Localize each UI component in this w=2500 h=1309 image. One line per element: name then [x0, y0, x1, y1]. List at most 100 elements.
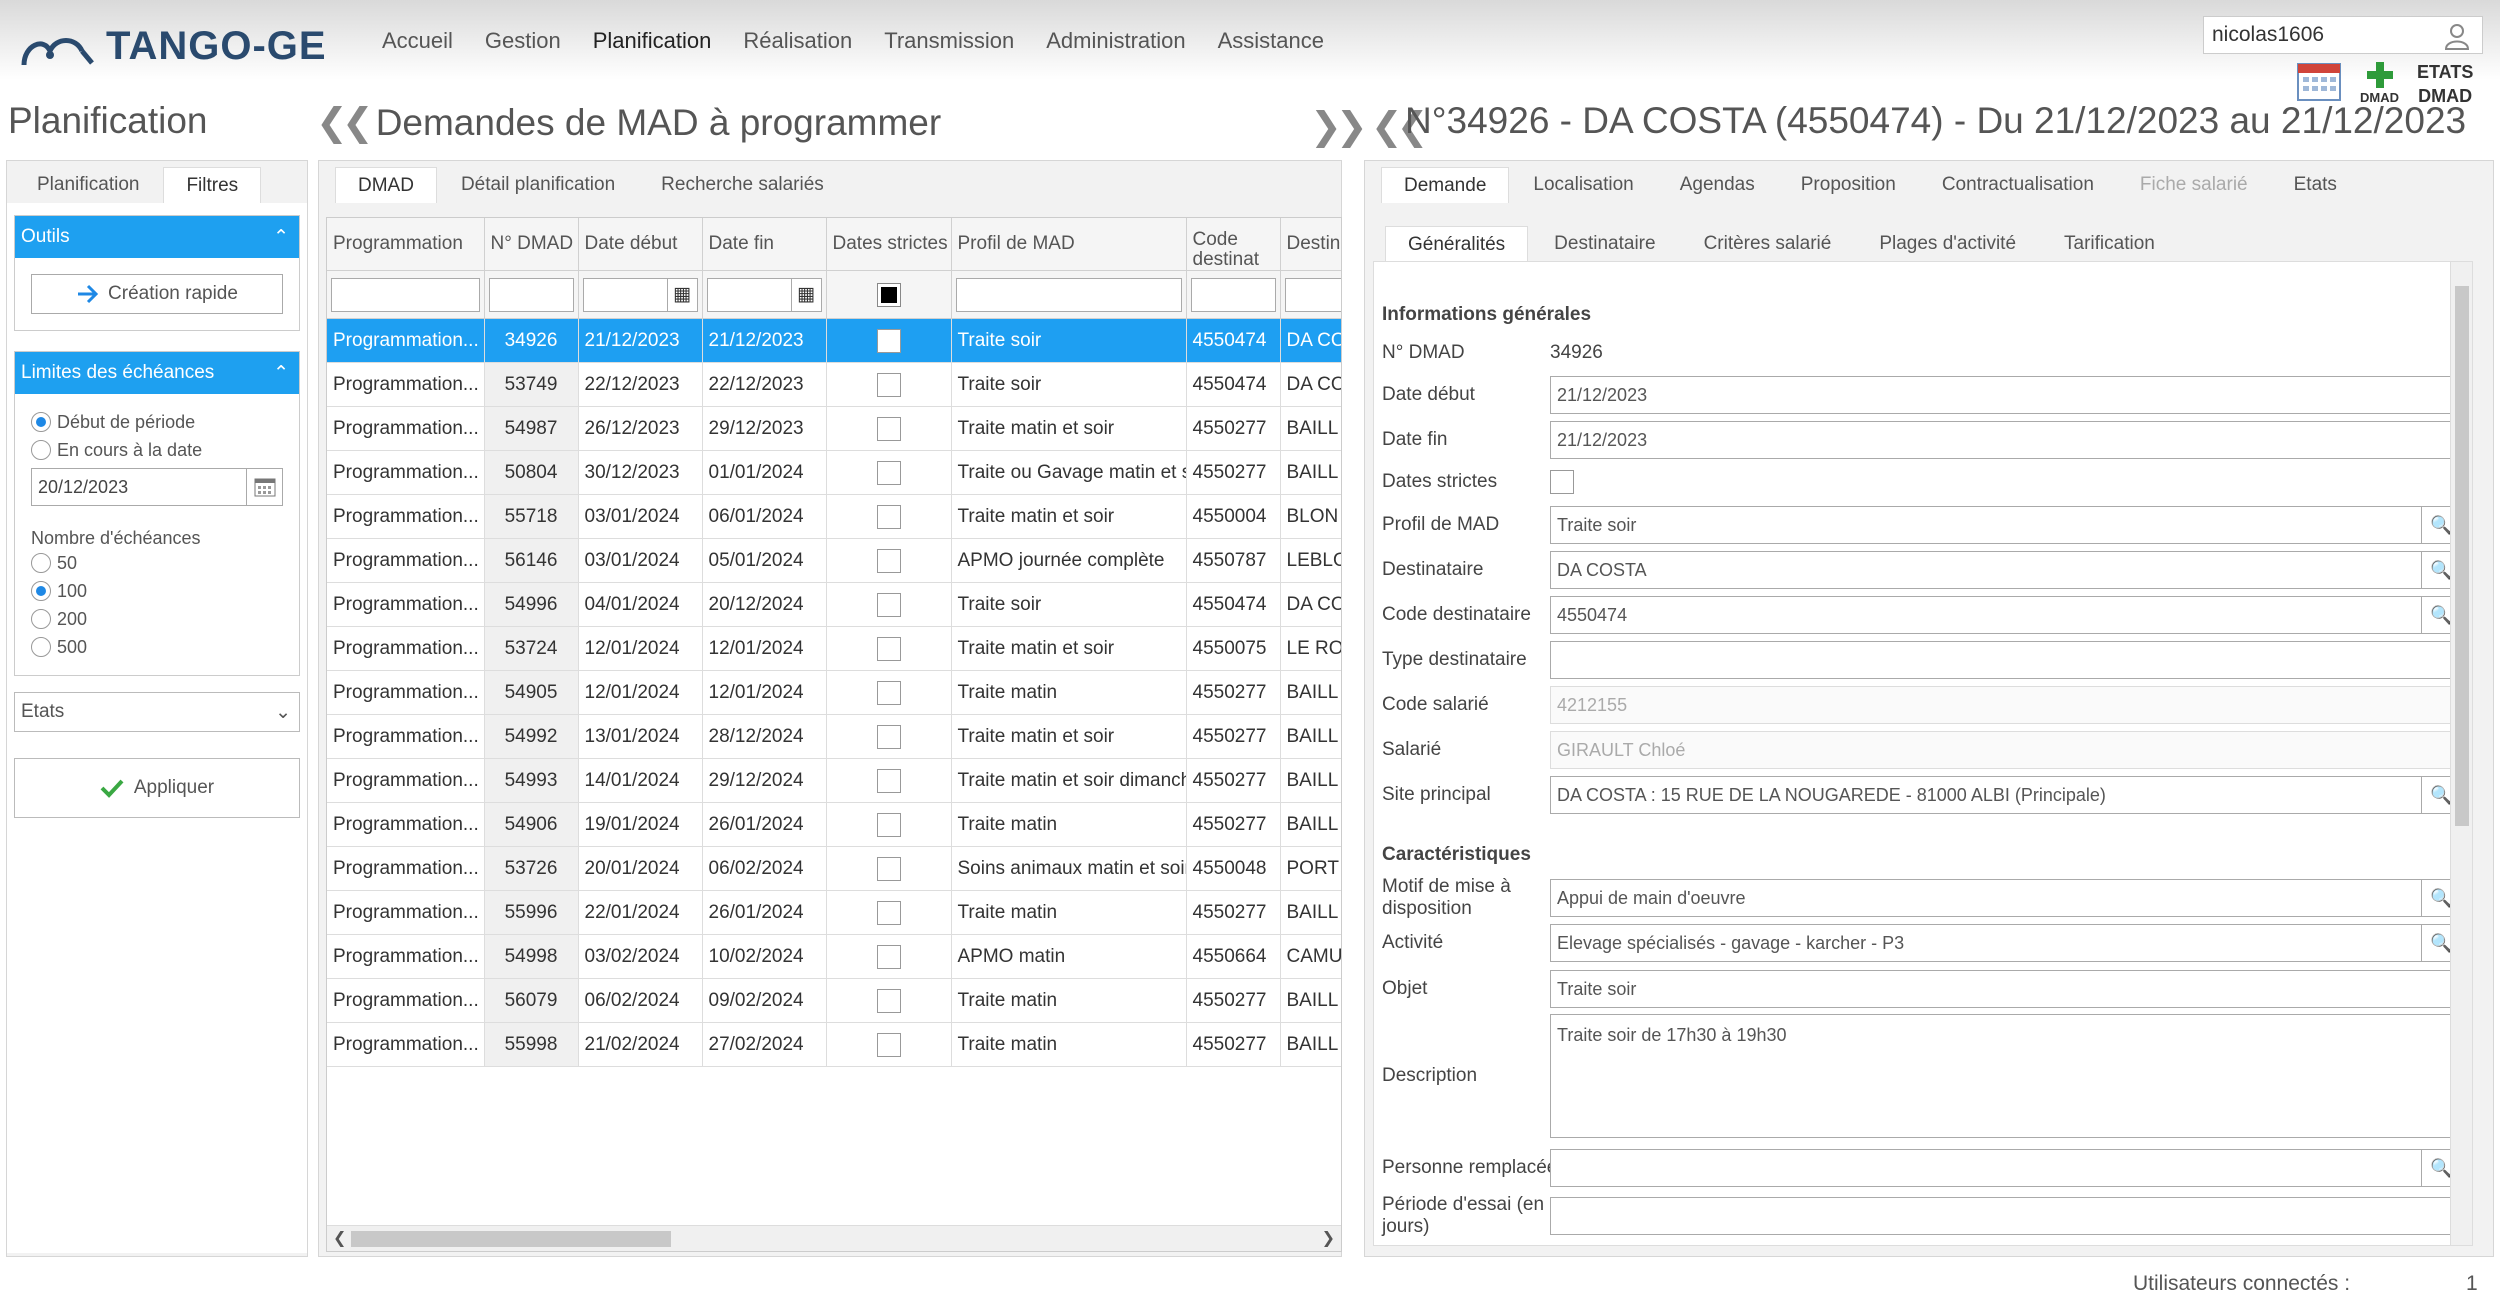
col-code-destinataire[interactable]: Code destinat	[1186, 218, 1281, 271]
radio-current-date[interactable]: En cours à la date	[31, 436, 299, 464]
nav-administration[interactable]: Administration	[1046, 28, 1185, 54]
textarea-description[interactable]: Traite soir de 17h30 à 19h30	[1550, 1014, 2462, 1138]
table-row[interactable]: Programmation... 54906 19/01/2024 26/01/202…	[327, 802, 1341, 847]
subtab-criteres-salarie[interactable]: Critères salarié	[1682, 226, 1854, 262]
nav-planification[interactable]: Planification	[593, 28, 712, 54]
col-n-dmad[interactable]: N° DMAD	[484, 218, 579, 271]
table-row[interactable]: Programmation... 54993 14/01/2024 29/12/202…	[327, 758, 1341, 803]
row-checkbox[interactable]	[876, 592, 901, 617]
tab-filtres[interactable]: Filtres	[163, 167, 262, 203]
scrollbar-thumb[interactable]	[2455, 286, 2469, 826]
nav-transmission[interactable]: Transmission	[884, 28, 1014, 54]
scroll-left-icon[interactable]: ❮	[333, 1228, 346, 1248]
apply-button[interactable]: Appliquer	[14, 758, 300, 818]
table-row[interactable]: Programmation... 34926 21/12/2023 21/12/202…	[327, 318, 1341, 363]
user-menu[interactable]: nicolas1606	[2203, 16, 2483, 54]
filter-date-fin[interactable]: ▦	[706, 277, 822, 312]
row-checkbox[interactable]	[876, 988, 901, 1013]
subtab-tarification[interactable]: Tarification	[2042, 226, 2177, 262]
app-logo[interactable]: TANGO-GE	[20, 24, 327, 69]
input-code-destinataire[interactable]: 4550474 🔍	[1550, 596, 2462, 634]
expand-right-icon[interactable]: ❯❯	[1310, 106, 1368, 148]
table-row[interactable]: Programmation... 53724 12/01/2024 12/01/202…	[327, 626, 1341, 671]
nav-accueil[interactable]: Accueil	[382, 28, 453, 54]
input-destinataire[interactable]: DA COSTA 🔍	[1550, 551, 2462, 589]
row-checkbox[interactable]	[876, 1032, 901, 1057]
filter-dates-strictes[interactable]	[876, 282, 901, 307]
input-date-fin[interactable]: 21/12/2023	[1550, 421, 2462, 459]
collapse-left-icon[interactable]: ❮❮	[316, 100, 374, 145]
row-checkbox[interactable]	[876, 548, 901, 573]
input-motif[interactable]: Appui de main d'oeuvre 🔍	[1550, 879, 2462, 917]
input-profil[interactable]: Traite soir 🔍	[1550, 506, 2462, 544]
col-programmation[interactable]: Programmation	[327, 218, 485, 271]
row-checkbox[interactable]	[876, 636, 901, 661]
row-checkbox[interactable]	[876, 372, 901, 397]
col-date-fin[interactable]: Date fin	[702, 218, 827, 271]
tab-localisation[interactable]: Localisation	[1511, 167, 1655, 203]
row-checkbox[interactable]	[876, 944, 901, 969]
tab-etats[interactable]: Etats	[2272, 167, 2359, 203]
row-checkbox[interactable]	[876, 328, 901, 353]
radio-button[interactable]	[31, 440, 51, 460]
col-profil-mad[interactable]: Profil de MAD	[951, 218, 1187, 271]
horizontal-scrollbar[interactable]: ❮ ❯	[327, 1225, 1341, 1251]
row-checkbox[interactable]	[876, 768, 901, 793]
row-checkbox[interactable]	[876, 900, 901, 925]
row-checkbox[interactable]	[876, 680, 901, 705]
subtab-destinataire[interactable]: Destinataire	[1532, 226, 1677, 262]
table-row[interactable]: Programmation... 56146 03/01/2024 05/01/202…	[327, 538, 1341, 583]
filter-n-dmad[interactable]	[488, 277, 574, 312]
table-row[interactable]: Programmation... 50804 30/12/2023 01/01/202…	[327, 450, 1341, 495]
limits-section-header[interactable]: Limites des échéances ⌃	[15, 352, 299, 394]
quick-create-button[interactable]: Création rapide	[31, 274, 283, 314]
radio-button[interactable]	[31, 553, 51, 573]
row-checkbox[interactable]	[876, 724, 901, 749]
col-destinataire[interactable]: Destin	[1280, 218, 1341, 271]
radio-count-50[interactable]: 50	[31, 549, 299, 577]
subtab-plages-activite[interactable]: Plages d'activité	[1857, 226, 2038, 262]
scroll-right-icon[interactable]: ❯	[1322, 1228, 1335, 1248]
table-row[interactable]: Programmation... 56079 06/02/2024 09/02/202…	[327, 978, 1341, 1023]
input-periode-essai[interactable]	[1550, 1197, 2462, 1235]
tools-section-header[interactable]: Outils ⌃	[15, 216, 299, 258]
limit-date-field[interactable]: 20/12/2023	[31, 468, 283, 506]
radio-count-200[interactable]: 200	[31, 605, 299, 633]
new-dmad-button[interactable]: DMAD	[2360, 60, 2399, 105]
input-type-destinataire[interactable]	[1550, 641, 2462, 679]
col-date-debut[interactable]: Date début	[578, 218, 703, 271]
input-objet[interactable]: Traite soir	[1550, 970, 2462, 1008]
tab-planification[interactable]: Planification	[15, 167, 161, 203]
table-row[interactable]: Programmation... 54992 13/01/2024 28/12/202…	[327, 714, 1341, 759]
nav-gestion[interactable]: Gestion	[485, 28, 561, 54]
tab-demande[interactable]: Demande	[1381, 167, 1510, 203]
scrollbar-thumb[interactable]	[351, 1231, 671, 1247]
tab-agendas[interactable]: Agendas	[1658, 167, 1777, 203]
table-row[interactable]: Programmation... 54905 12/01/2024 12/01/202…	[327, 670, 1341, 715]
calendar-icon[interactable]: ▦	[790, 278, 821, 311]
table-row[interactable]: Programmation... 54996 04/01/2024 20/12/202…	[327, 582, 1341, 627]
input-site-principal[interactable]: DA COSTA : 15 RUE DE LA NOUGAREDE - 8100…	[1550, 776, 2462, 814]
radio-count-100[interactable]: 100	[31, 577, 299, 605]
tab-contractualisation[interactable]: Contractualisation	[1920, 167, 2116, 203]
row-checkbox[interactable]	[876, 812, 901, 837]
row-checkbox[interactable]	[876, 856, 901, 881]
date-picker-button[interactable]	[246, 469, 282, 505]
tab-dmad[interactable]: DMAD	[335, 167, 437, 203]
table-row[interactable]: Programmation... 53726 20/01/2024 06/02/202…	[327, 846, 1341, 891]
table-row[interactable]: Programmation... 55718 03/01/2024 06/01/202…	[327, 494, 1341, 539]
input-personne-remplacee[interactable]: 🔍	[1550, 1149, 2462, 1187]
table-row[interactable]: Programmation... 54987 26/12/2023 29/12/202…	[327, 406, 1341, 451]
table-row[interactable]: Programmation... 55998 21/02/2024 27/02/202…	[327, 1022, 1341, 1067]
filter-date-debut[interactable]: ▦	[582, 277, 698, 312]
filter-profil[interactable]	[955, 277, 1182, 312]
filter-destinataire[interactable]	[1284, 277, 1341, 312]
radio-button[interactable]	[31, 412, 51, 432]
tab-recherche-salaries[interactable]: Recherche salariés	[639, 167, 846, 203]
row-checkbox[interactable]	[876, 504, 901, 529]
row-checkbox[interactable]	[876, 416, 901, 441]
filter-code[interactable]	[1190, 277, 1276, 312]
radio-count-500[interactable]: 500	[31, 633, 299, 661]
radio-button[interactable]	[31, 581, 51, 601]
input-activite[interactable]: Elevage spécialisés - gavage - karcher -…	[1550, 924, 2462, 962]
